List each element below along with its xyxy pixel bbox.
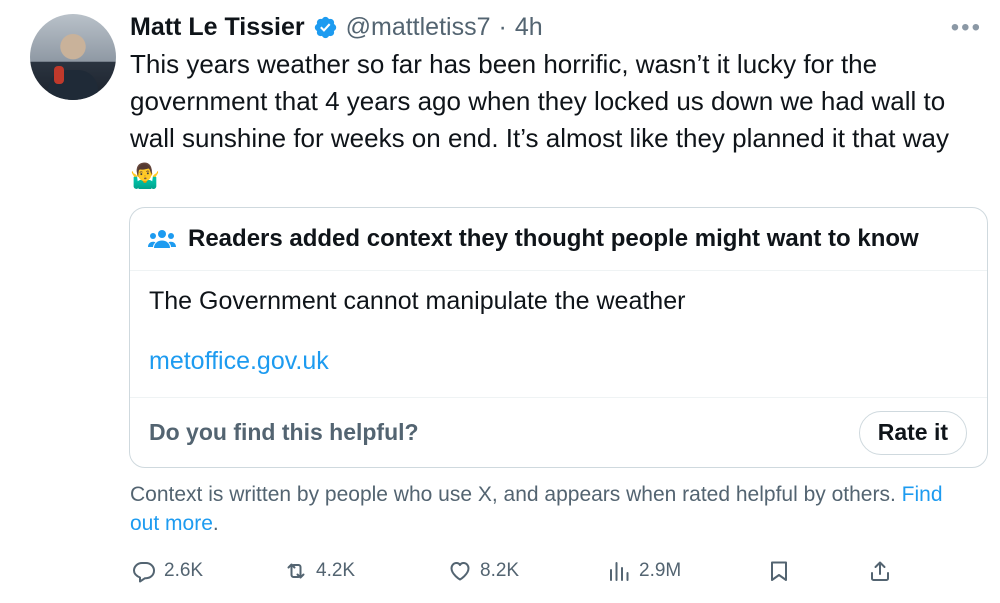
community-note-footer: Do you find this helpful? Rate it [130, 397, 987, 467]
author-name[interactable]: Matt Le Tissier [130, 13, 305, 42]
repost-button[interactable]: 4.2K [284, 555, 355, 587]
like-button[interactable]: 8.2K [448, 555, 519, 587]
community-note-header: Readers added context they thought peopl… [130, 208, 987, 271]
tweet-timestamp[interactable]: 4h [515, 13, 543, 42]
repost-count: 4.2K [316, 560, 356, 581]
action-bar: 2.6K 4.2K 8.2K 2.9M [130, 555, 900, 587]
community-note-body: The Government cannot manipulate the wea… [130, 271, 987, 377]
views-count: 2.9M [639, 560, 682, 581]
share-button[interactable] [868, 555, 892, 587]
tweet-text: This years weather so far has been horri… [130, 46, 990, 191]
share-icon [871, 561, 889, 581]
community-note: Readers added context they thought peopl… [129, 207, 988, 468]
views-icon [610, 562, 629, 581]
community-note-link[interactable]: metoffice.gov.uk [149, 345, 969, 377]
author-handle[interactable]: @mattletiss7 [346, 13, 491, 42]
tweet-header: Matt Le Tissier @mattletiss7 · 4h [130, 10, 543, 44]
bookmark-button[interactable] [767, 555, 791, 587]
tweet: Matt Le Tissier @mattletiss7 · 4h ••• Th… [0, 0, 1000, 603]
header-separator: · [498, 12, 507, 41]
verified-badge-icon [314, 16, 336, 38]
rate-it-button[interactable]: Rate it [858, 410, 967, 455]
community-note-title: Readers added context they thought peopl… [188, 225, 919, 252]
bookmark-icon [771, 561, 787, 581]
reply-button[interactable]: 2.6K [132, 555, 203, 587]
people-icon [148, 230, 176, 248]
tweet-body: This years weather so far has been horri… [130, 49, 949, 153]
helpful-question: Do you find this helpful? [149, 419, 419, 445]
context-disclaimer-text: Context is written by people who use X, … [130, 483, 896, 506]
context-disclaimer-period: . [212, 512, 219, 535]
like-count: 8.2K [480, 560, 520, 581]
like-icon [450, 562, 470, 581]
more-icon[interactable]: ••• [951, 14, 982, 42]
views-button[interactable]: 2.9M [607, 555, 681, 587]
context-disclaimer: Context is written by people who use X, … [130, 480, 950, 538]
repost-icon [287, 563, 305, 579]
shrug-emoji: 🤷‍♂️ [130, 162, 160, 190]
reply-icon [133, 562, 155, 583]
reply-count: 2.6K [164, 560, 204, 581]
community-note-text: The Government cannot manipulate the wea… [149, 287, 686, 315]
avatar[interactable] [30, 14, 116, 100]
